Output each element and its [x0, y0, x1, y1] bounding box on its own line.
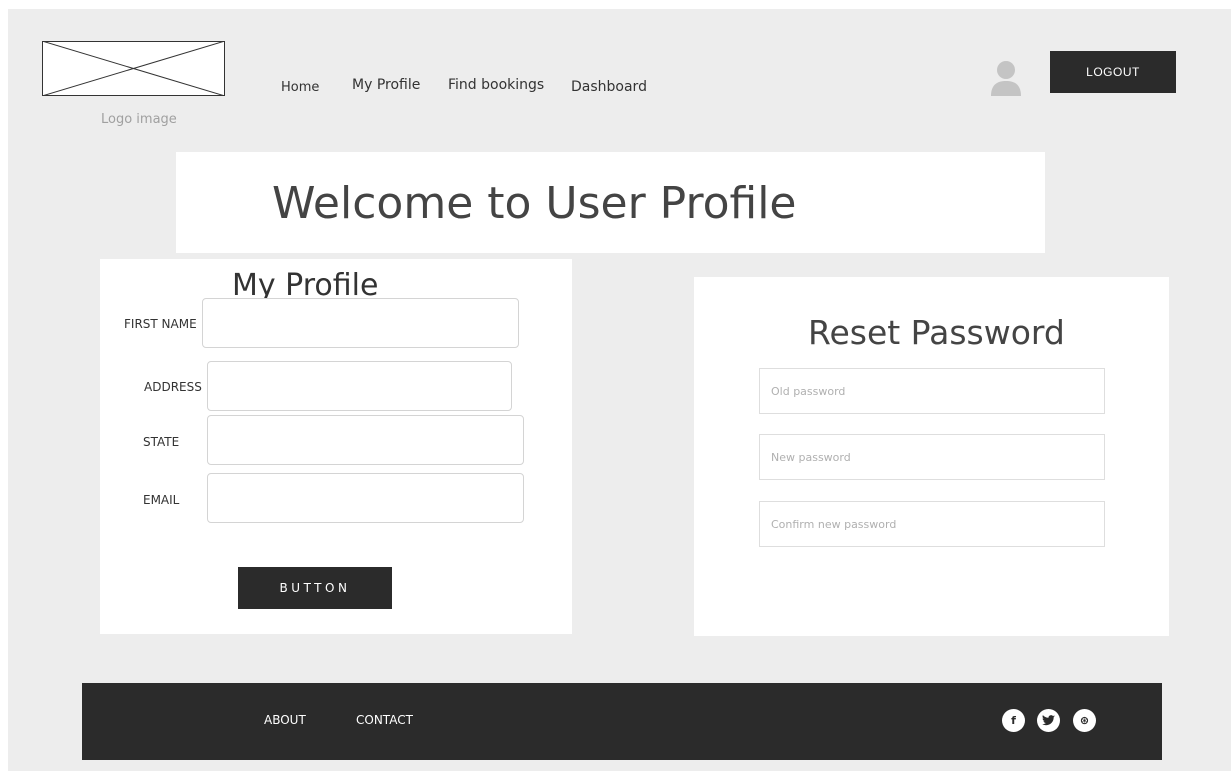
facebook-icon[interactable]: f [1002, 709, 1025, 732]
first-name-input[interactable] [202, 298, 519, 348]
state-input[interactable] [207, 415, 524, 465]
old-password-input[interactable]: Old password [759, 368, 1105, 414]
state-label: STATE [143, 435, 180, 449]
dribbble-icon[interactable]: ⊛ [1073, 709, 1096, 732]
logout-button[interactable]: LOGOUT [1050, 51, 1176, 93]
profile-submit-button[interactable]: BUTTON [238, 567, 392, 609]
nav-link-home[interactable]: Home [281, 80, 319, 95]
nav-link-find-bookings[interactable]: Find bookings [448, 77, 544, 93]
email-input[interactable] [207, 473, 524, 523]
user-avatar-icon[interactable] [990, 60, 1022, 96]
old-password-placeholder: Old password [771, 384, 846, 398]
nav-link-my-profile[interactable]: My Profile [352, 77, 420, 93]
nav-link-dashboard[interactable]: Dashboard [571, 79, 647, 95]
address-label: ADDRESS [144, 380, 202, 394]
reset-password-title: Reset Password [808, 313, 1065, 352]
footer-link-about[interactable]: ABOUT [264, 713, 306, 727]
footer-link-contact[interactable]: CONTACT [356, 713, 413, 727]
confirm-password-input[interactable]: Confirm new password [759, 501, 1105, 547]
logo-placeholder-image[interactable] [41, 40, 226, 97]
email-label: EMAIL [143, 493, 180, 507]
twitter-icon[interactable] [1037, 709, 1060, 732]
new-password-placeholder: New password [771, 450, 851, 464]
logo-caption: Logo image [101, 112, 177, 127]
confirm-password-placeholder: Confirm new password [771, 517, 897, 531]
first-name-label: FIRST NAME [124, 317, 197, 331]
new-password-input[interactable]: New password [759, 434, 1105, 480]
footer [82, 683, 1162, 760]
page-title: Welcome to User Profile [272, 178, 797, 229]
address-input[interactable] [207, 361, 512, 411]
